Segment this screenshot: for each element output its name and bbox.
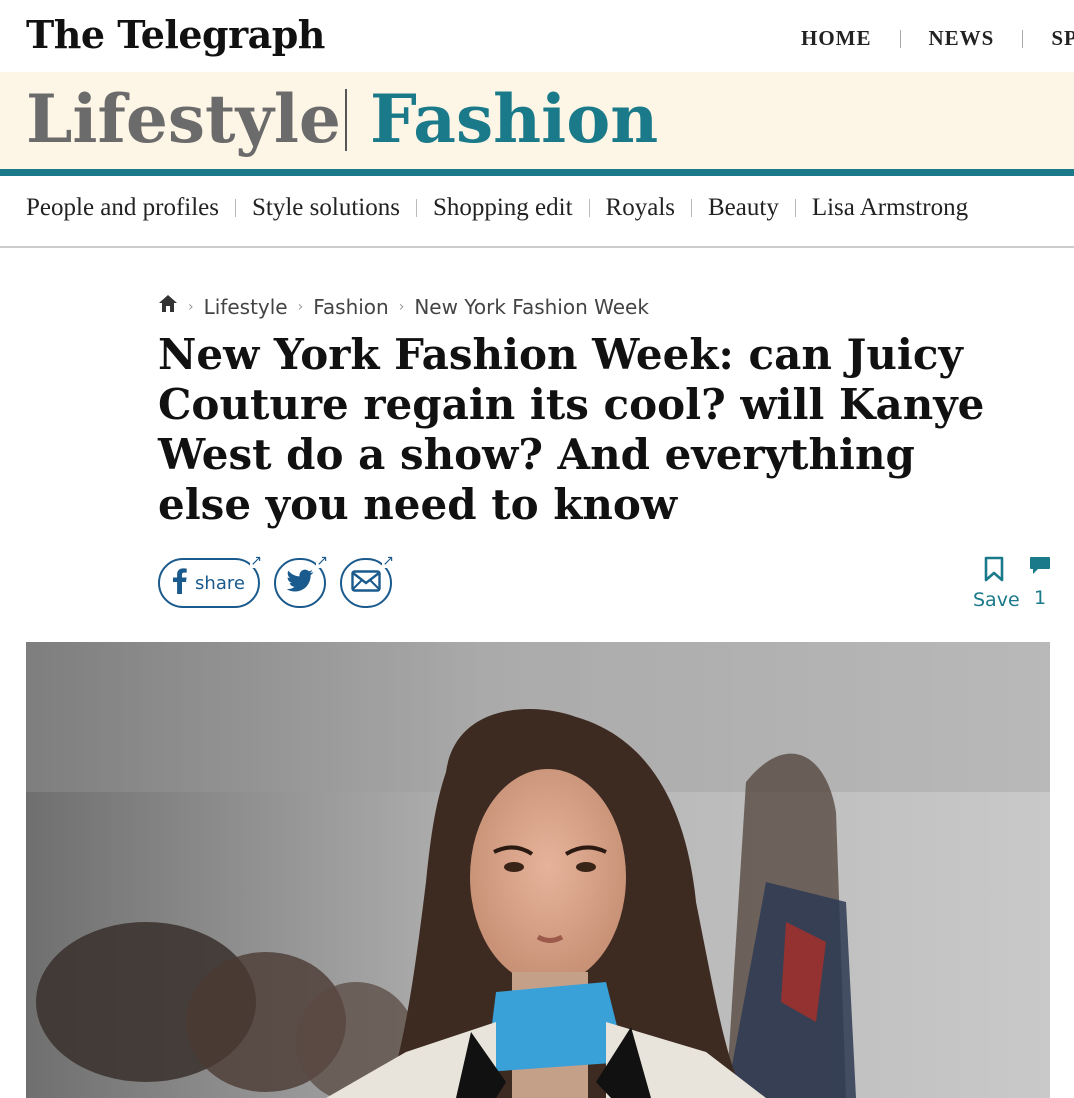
runway-model-photo [26,642,1050,1098]
facebook-share-label: share [195,572,245,594]
subnav-divider [415,199,417,217]
email-share-button[interactable]: ↗ [340,554,394,608]
subnav-item[interactable]: Shopping edit [433,194,573,222]
subnav-label[interactable]: Style solutions [252,194,400,222]
masthead: The Telegraph HOME NEWS SPORT [0,0,1074,72]
top-nav: HOME NEWS SPORT [801,26,1074,51]
section-divider [345,89,347,151]
subnav-label[interactable]: Lisa Armstrong [812,194,968,222]
twitter-icon [286,569,314,598]
comment-icon [1029,557,1051,580]
facebook-icon [173,567,187,599]
subnav-label[interactable]: People and profiles [26,194,219,222]
subnav-item[interactable]: Style solutions [252,194,400,222]
save-label: Save [973,589,1020,611]
save-button[interactable]: Save [973,556,1020,611]
subnav-item[interactable]: Beauty [708,194,779,222]
subnav-label[interactable]: Shopping edit [433,194,573,222]
subnav-divider [235,199,237,217]
subnav-item[interactable]: Royals [606,194,675,222]
breadcrumb-item[interactable]: New York Fashion Week [414,295,649,319]
bookmark-icon [984,556,1004,586]
external-arrow-icon: ↗ [250,553,262,569]
external-arrow-icon: ↗ [382,553,394,569]
breadcrumb-item[interactable]: Fashion [313,295,389,319]
top-nav-divider [1022,29,1024,48]
share-bar: share ↗ ↗ ↗ [158,554,394,608]
facebook-share-button[interactable]: share ↗ [158,554,262,608]
comments-button[interactable]: 1 [1027,556,1053,609]
chevron-right-icon: › [297,298,304,315]
section-subnav: People and profiles Style solutions Shop… [0,176,1074,248]
external-arrow-icon: ↗ [316,553,328,569]
subnav-label[interactable]: Beauty [708,194,779,222]
top-nav-divider [899,29,901,48]
article-actions: Save 1 [973,556,1053,616]
subnav-divider [691,199,692,217]
subnav-divider [794,199,796,217]
twitter-share-button[interactable]: ↗ [274,554,328,608]
section-current-link[interactable]: Fashion [370,72,658,166]
breadcrumb: › Lifestyle › Fashion › New York Fashion… [158,294,649,319]
subnav-item[interactable]: Lisa Armstrong [812,194,968,222]
top-nav-news[interactable]: NEWS [929,26,995,51]
subnav-label[interactable]: Royals [606,194,675,222]
subnav-divider [588,199,590,217]
telegraph-logo[interactable]: The Telegraph [26,12,325,57]
top-nav-sport[interactable]: SPORT [1051,26,1074,51]
home-icon[interactable] [158,294,178,319]
mail-icon [351,569,381,597]
chevron-right-icon: › [398,298,405,315]
article-headline: New York Fashion Week: can Juicy Couture… [158,330,985,529]
comment-count: 1 [1033,587,1047,609]
top-nav-home[interactable]: HOME [801,26,872,51]
chevron-right-icon: › [188,298,194,315]
breadcrumb-item[interactable]: Lifestyle [204,295,288,319]
section-banner: Lifestyle Fashion [0,72,1074,176]
section-parent-link[interactable]: Lifestyle [26,72,341,166]
subnav-item[interactable]: People and profiles [26,194,219,222]
hero-image [26,642,1050,1098]
